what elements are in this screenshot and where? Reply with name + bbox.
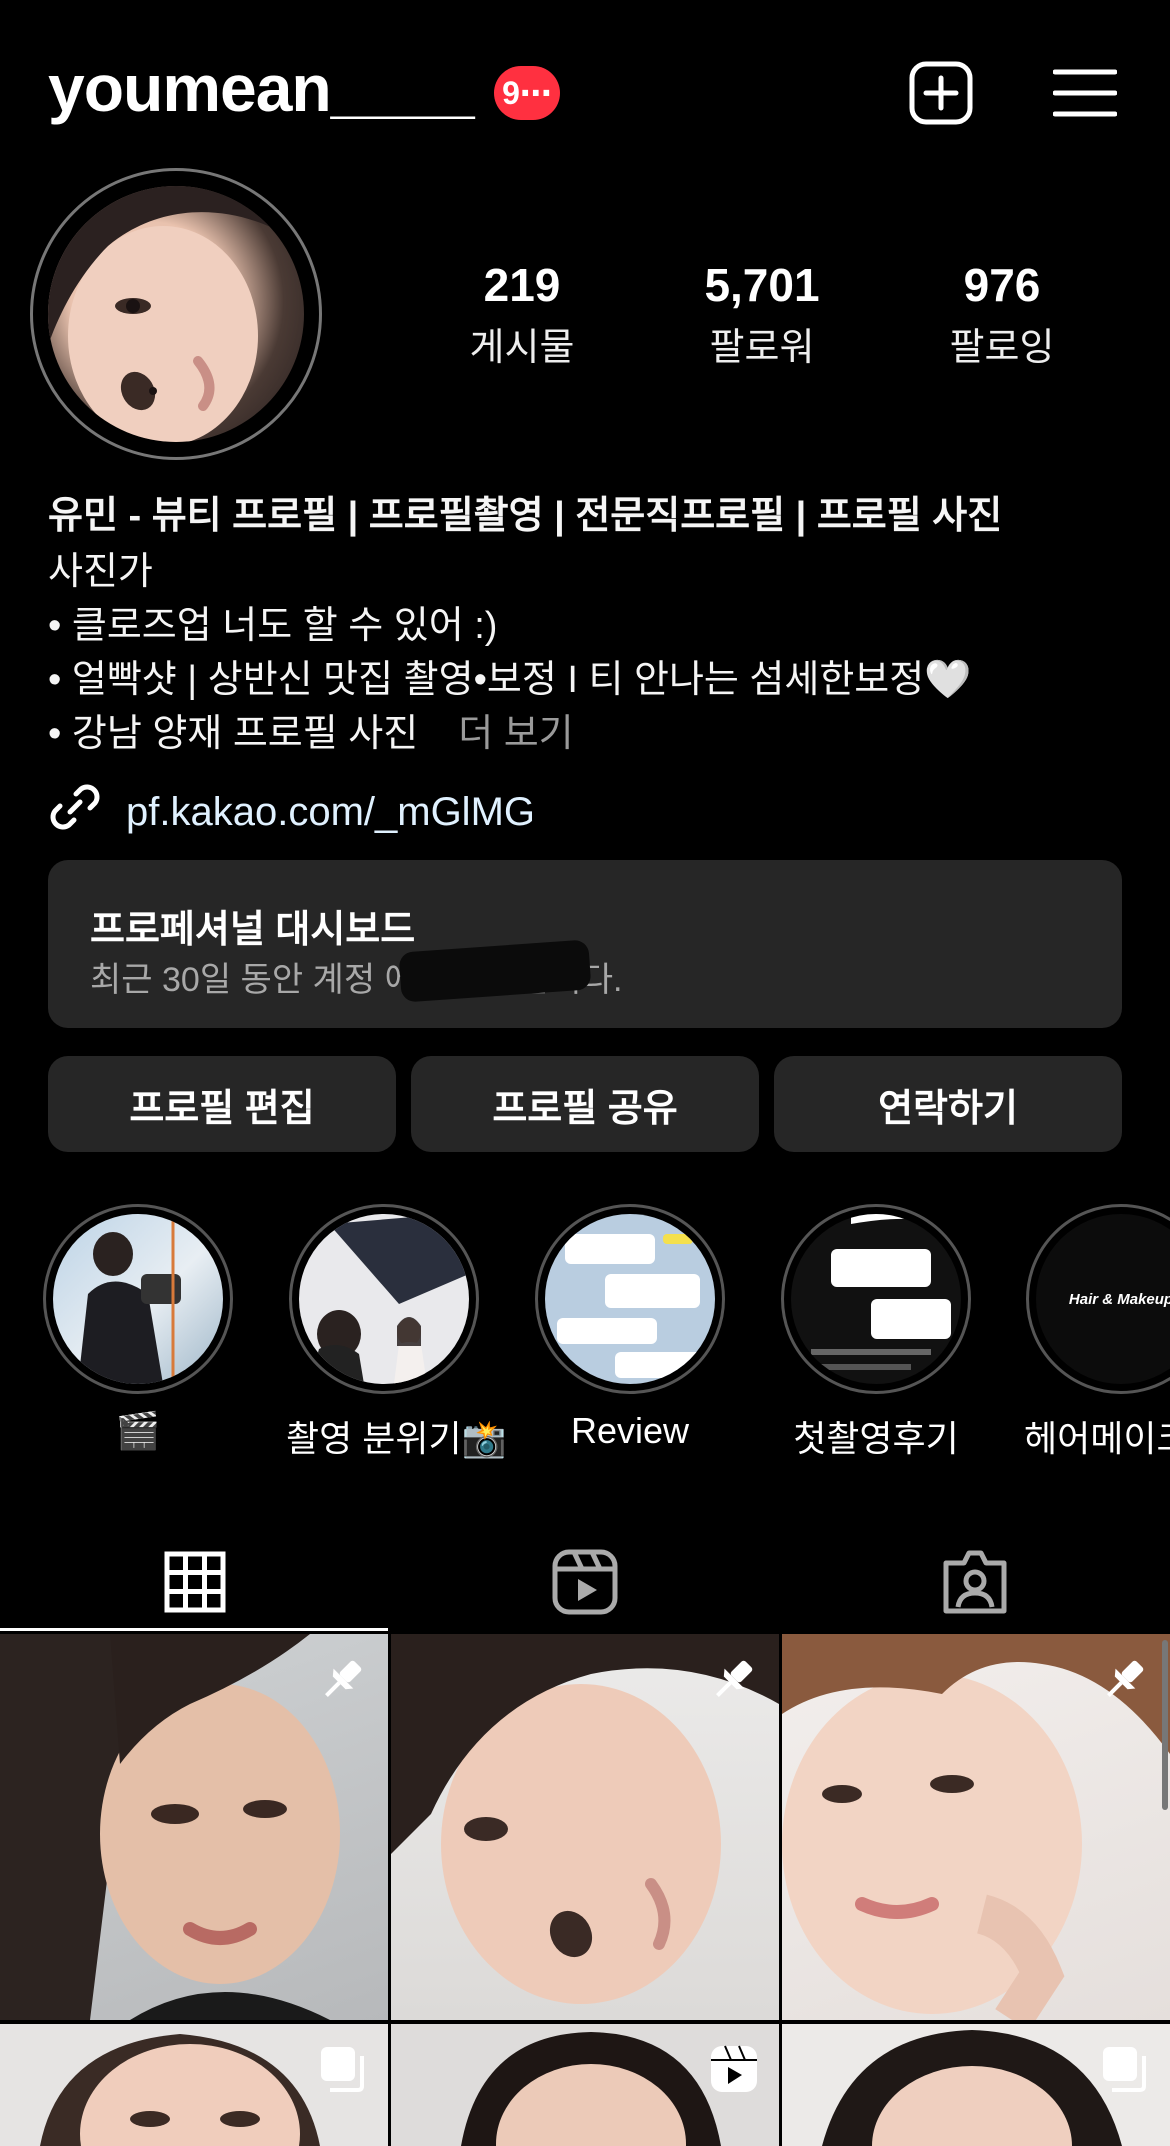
carousel-icon xyxy=(1100,2044,1150,2099)
grid-post[interactable] xyxy=(391,2024,779,2146)
highlight-item[interactable]: 첫촬영후기 xyxy=(778,1204,974,1462)
pin-icon xyxy=(1098,1654,1150,1711)
pin-icon xyxy=(316,1654,368,1711)
highlight-ring xyxy=(43,1204,233,1394)
link-icon xyxy=(48,780,102,844)
stat-posts-value: 219 xyxy=(483,259,561,311)
pin-icon xyxy=(707,1654,759,1711)
profile-username[interactable]: youmean____ xyxy=(48,50,475,126)
highlight-cover xyxy=(53,1214,223,1384)
highlight-ring: Hair & Makeup xyxy=(1026,1204,1170,1394)
plus-square-icon[interactable] xyxy=(906,58,976,128)
stat-posts-label: 게시물 xyxy=(469,327,575,369)
bio-name: 유민 - 뷰티 프로필 | 프로필촬영 | 전문직프로필 | 프로필 사진 xyxy=(48,495,1003,537)
edit-profile-button[interactable]: 프로필 편집 xyxy=(48,1056,396,1152)
bio-line-3-row: • 강남 양재 프로필 사진 더 보기 xyxy=(48,702,1128,757)
scrollbar[interactable] xyxy=(1162,1640,1168,1810)
bio-line-1: • 클로즈업 너도 할 수 있어 :) xyxy=(48,605,498,647)
highlight-label: 촬영 분위기📸 xyxy=(286,1418,507,1459)
tab-reels[interactable] xyxy=(390,1536,780,1632)
hamburger-menu-icon[interactable] xyxy=(1050,58,1120,128)
stat-following[interactable]: 976 팔로잉 xyxy=(912,258,1092,371)
highlight-item[interactable]: 🎬 xyxy=(40,1204,236,1452)
avatar[interactable] xyxy=(48,186,304,442)
highlight-cover-text: Hair & Makeup xyxy=(1068,1290,1170,1308)
bio-more-link[interactable]: 더 보기 xyxy=(458,713,573,755)
highlight-ring xyxy=(781,1204,971,1394)
bio-link-text[interactable]: pf.kakao.com/_mGlMG xyxy=(126,790,535,835)
highlight-cover xyxy=(299,1214,469,1384)
highlight-ring xyxy=(535,1204,725,1394)
tab-posts-grid[interactable] xyxy=(0,1536,390,1632)
carousel-icon xyxy=(318,2044,368,2099)
highlight-label: 🎬 xyxy=(115,1410,161,1451)
highlight-cover xyxy=(545,1214,715,1384)
bio-category: 사진가 xyxy=(48,551,153,593)
stat-followers-value: 5,701 xyxy=(704,259,820,311)
stat-following-label: 팔로잉 xyxy=(949,327,1055,369)
grid-post[interactable] xyxy=(782,1634,1170,2020)
reels-icon xyxy=(552,1549,618,1620)
grid-post[interactable] xyxy=(782,2024,1170,2146)
grid-post[interactable] xyxy=(0,1634,388,2020)
highlight-label: Review xyxy=(570,1410,690,1451)
stat-posts[interactable]: 219 게시물 xyxy=(432,258,612,371)
stat-following-value: 976 xyxy=(963,259,1041,311)
highlight-label: 첫촬영후기 xyxy=(793,1418,959,1459)
stat-followers-label: 팔로워 xyxy=(709,327,815,369)
highlight-ring xyxy=(289,1204,479,1394)
tagged-icon xyxy=(942,1549,1008,1620)
bio-line-3: • 강남 양재 프로필 사진 xyxy=(48,713,419,755)
highlight-label: 헤어메이크 xyxy=(1024,1418,1170,1459)
reels-icon xyxy=(709,2044,759,2099)
grid-post[interactable] xyxy=(391,1634,779,2020)
professional-dashboard[interactable]: 프로페셔널 대시보드 최근 30일 동안 계정 에 도달했습니다. xyxy=(48,860,1122,1028)
tab-tagged[interactable] xyxy=(780,1536,1170,1632)
highlight-item[interactable]: 촬영 분위기📸 xyxy=(286,1204,507,1462)
dashboard-title: 프로페셔널 대시보드 xyxy=(90,909,416,951)
bio-line-2: • 얼빡샷 | 상반신 맛집 촬영•보정 I 티 안나는 섬세한보정🤍 xyxy=(48,659,972,701)
active-tab-indicator xyxy=(0,1628,388,1631)
bio-link[interactable]: pf.kakao.com/_mGlMG xyxy=(48,780,535,844)
highlight-item[interactable]: Review xyxy=(532,1204,728,1452)
highlight-item[interactable]: Hair & Makeup 헤어메이크 xyxy=(1024,1204,1170,1462)
share-profile-button[interactable]: 프로필 공유 xyxy=(411,1056,759,1152)
contact-button[interactable]: 연락하기 xyxy=(774,1056,1122,1152)
notification-badge[interactable]: 9⋯ xyxy=(494,66,560,120)
highlight-cover xyxy=(791,1214,961,1384)
stat-followers[interactable]: 5,701 팔로워 xyxy=(672,258,852,371)
grid-post[interactable] xyxy=(0,2024,388,2146)
grid-icon xyxy=(164,1551,226,1618)
highlight-cover: Hair & Makeup xyxy=(1036,1214,1170,1384)
